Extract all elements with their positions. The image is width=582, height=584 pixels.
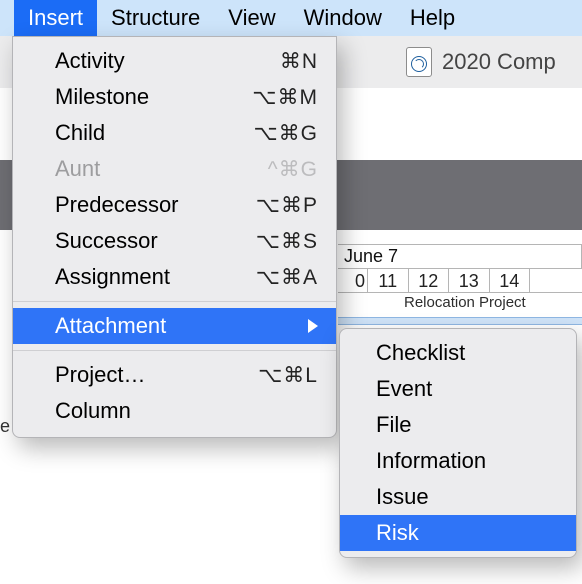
submenu-item-label: Checklist — [376, 340, 465, 366]
calendar-day: 11 — [368, 269, 409, 292]
menu-view[interactable]: View — [214, 0, 289, 36]
gantt-bar-label: Relocation Project — [404, 294, 526, 311]
menu-item-predecessor[interactable]: Predecessor ⌥⌘P — [13, 187, 336, 223]
calendar-month-label: June 7 — [338, 245, 582, 269]
menu-item-aunt: Aunt ^⌘G — [13, 151, 336, 187]
document-title: 2020 Comp — [442, 49, 556, 75]
submenu-caret-icon — [308, 319, 318, 333]
menu-item-shortcut: ⌘N — [280, 49, 318, 74]
calendar-day: 0 — [338, 269, 368, 292]
menu-item-project[interactable]: Project… ⌥⌘L — [13, 357, 336, 393]
menu-item-milestone[interactable]: Milestone ⌥⌘M — [13, 79, 336, 115]
menu-label: Help — [410, 5, 455, 31]
menu-item-label: Project… — [55, 362, 258, 388]
submenu-item-issue[interactable]: Issue — [340, 479, 576, 515]
calendar-day: 13 — [449, 269, 490, 292]
menu-window[interactable]: Window — [290, 0, 396, 36]
menu-help[interactable]: Help — [396, 0, 469, 36]
menu-item-label: Attachment — [55, 313, 300, 339]
menu-item-label: Milestone — [55, 84, 252, 110]
gantt-bar[interactable] — [338, 317, 582, 325]
menu-item-label: Activity — [55, 48, 280, 74]
menubar: Insert Structure View Window Help — [0, 0, 582, 36]
menu-item-label: Child — [55, 120, 253, 146]
menu-item-label: Successor — [55, 228, 256, 254]
menu-item-shortcut: ^⌘G — [268, 157, 318, 182]
menu-item-attachment[interactable]: Attachment — [13, 308, 336, 344]
attachment-submenu: Checklist Event File Information Issue R… — [339, 328, 577, 558]
menu-item-successor[interactable]: Successor ⌥⌘S — [13, 223, 336, 259]
submenu-item-checklist[interactable]: Checklist — [340, 335, 576, 371]
menu-item-label: Assignment — [55, 264, 256, 290]
submenu-item-risk[interactable]: Risk — [340, 515, 576, 551]
menu-item-shortcut: ⌥⌘S — [256, 229, 318, 254]
menu-insert[interactable]: Insert — [14, 0, 97, 36]
submenu-item-label: Information — [376, 448, 486, 474]
calendar-ruler: June 7 0 11 12 13 14 — [338, 244, 582, 293]
menu-item-shortcut: ⌥⌘P — [256, 193, 318, 218]
menu-separator — [13, 350, 336, 351]
insert-dropdown: Activity ⌘N Milestone ⌥⌘M Child ⌥⌘G Aunt… — [12, 36, 337, 438]
menu-structure[interactable]: Structure — [97, 0, 214, 36]
menu-item-shortcut: ⌥⌘L — [258, 363, 318, 388]
menu-item-shortcut: ⌥⌘A — [256, 265, 318, 290]
menu-label: View — [228, 5, 275, 31]
submenu-item-information[interactable]: Information — [340, 443, 576, 479]
menu-label: Insert — [28, 5, 83, 31]
submenu-item-file[interactable]: File — [340, 407, 576, 443]
calendar-day: 14 — [490, 269, 531, 292]
menu-item-label: Column — [55, 398, 318, 424]
submenu-item-label: Event — [376, 376, 432, 402]
menu-item-shortcut: ⌥⌘G — [253, 121, 318, 146]
menu-separator — [13, 301, 336, 302]
menu-label: Structure — [111, 5, 200, 31]
clipped-text: e — [0, 416, 10, 440]
menu-item-shortcut: ⌥⌘M — [252, 85, 318, 110]
menu-item-label: Predecessor — [55, 192, 256, 218]
calendar-day: 12 — [409, 269, 450, 292]
menu-item-column[interactable]: Column — [13, 393, 336, 429]
menu-item-assignment[interactable]: Assignment ⌥⌘A — [13, 259, 336, 295]
submenu-item-label: Risk — [376, 520, 419, 546]
document-icon — [406, 47, 432, 77]
submenu-item-label: File — [376, 412, 411, 438]
menu-label: Window — [304, 5, 382, 31]
menu-item-child[interactable]: Child ⌥⌘G — [13, 115, 336, 151]
calendar-days-row: 0 11 12 13 14 — [338, 269, 582, 293]
menu-item-activity[interactable]: Activity ⌘N — [13, 43, 336, 79]
submenu-item-event[interactable]: Event — [340, 371, 576, 407]
menu-item-label: Aunt — [55, 156, 268, 182]
submenu-item-label: Issue — [376, 484, 429, 510]
